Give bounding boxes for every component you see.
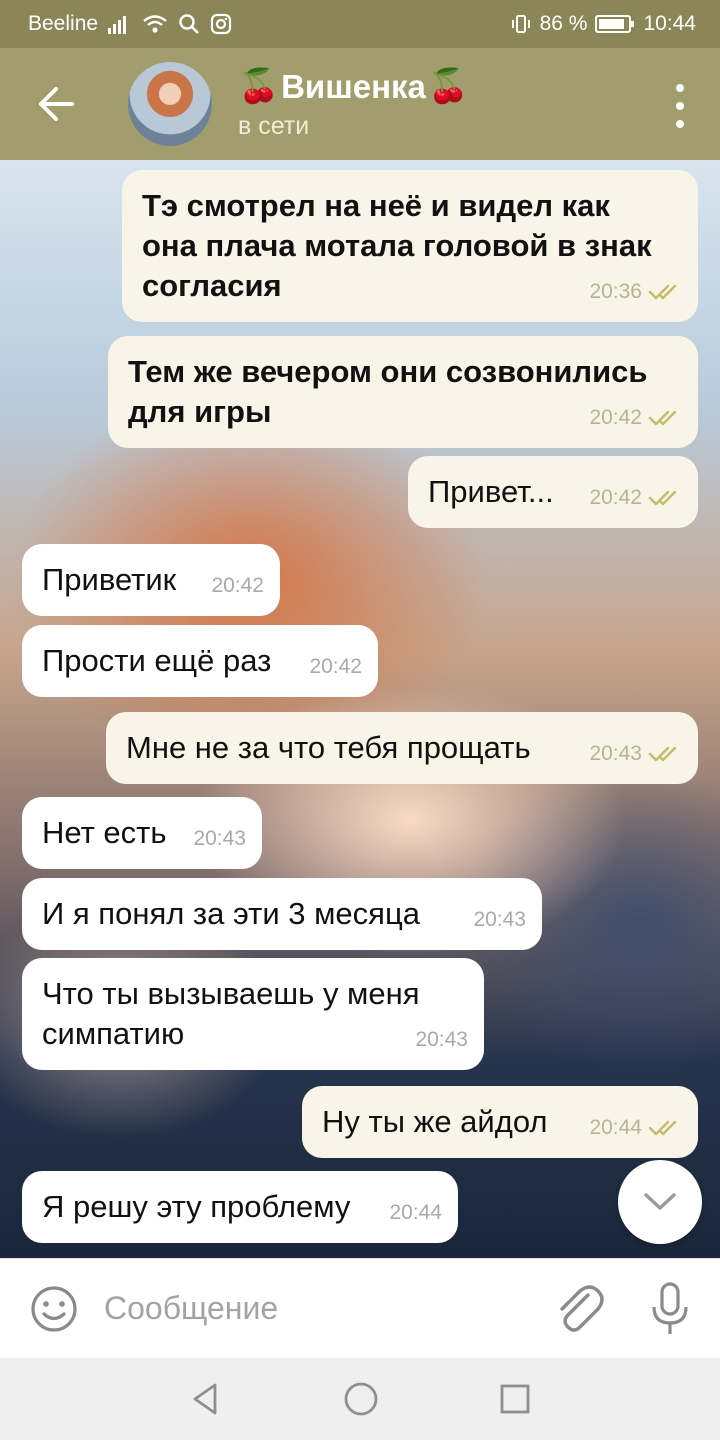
message-time: 20:36 xyxy=(589,280,642,303)
system-nav-bar xyxy=(0,1358,720,1440)
message-time: 20:44 xyxy=(389,1201,442,1224)
message-time: 20:43 xyxy=(473,908,526,931)
home-nav-icon[interactable] xyxy=(343,1381,379,1417)
incoming-message[interactable]: Что ты вызываешь у меня симпатию 20:43 xyxy=(22,958,484,1070)
message-time: 20:43 xyxy=(589,742,642,765)
avatar[interactable] xyxy=(128,62,212,146)
chat-name: 🍒 Вишенка 🍒 xyxy=(238,67,469,106)
battery-percent: 86 % xyxy=(539,12,588,35)
incoming-message[interactable]: Я решу эту проблему 20:44 xyxy=(22,1171,458,1243)
incoming-message[interactable]: Нет есть 20:43 xyxy=(22,797,262,869)
message-composer xyxy=(0,1258,720,1358)
message-time: 20:44 xyxy=(589,1116,642,1139)
message-meta: 20:42 xyxy=(309,647,362,687)
incoming-message[interactable]: Прости ещё раз 20:42 xyxy=(22,625,378,697)
search-icon xyxy=(178,13,200,35)
contact-name: Вишенка xyxy=(281,67,426,105)
signal-icon xyxy=(108,14,132,34)
outgoing-message[interactable]: Привет... 20:42 xyxy=(408,456,698,528)
back-button[interactable] xyxy=(0,48,112,160)
instagram-icon xyxy=(210,13,232,35)
message-time: 20:42 xyxy=(589,406,642,429)
message-time: 20:42 xyxy=(211,574,264,597)
chat-area[interactable]: Тэ смотрел на неё и видел как она плача … xyxy=(0,160,720,1258)
message-meta: 20:43 xyxy=(193,819,246,859)
message-time: 20:43 xyxy=(415,1028,468,1051)
message-text: И я понял за эти 3 месяца xyxy=(42,896,420,931)
incoming-message[interactable]: И я понял за эти 3 месяца 20:43 xyxy=(22,878,542,950)
double-check-icon xyxy=(648,490,677,506)
message-meta: 20:42 xyxy=(589,398,682,438)
message-meta: 20:43 xyxy=(415,1020,468,1060)
double-check-icon xyxy=(648,746,677,762)
carrier-name: Beeline xyxy=(28,12,99,35)
message-text: Я решу эту проблему xyxy=(42,1189,351,1224)
more-menu-button[interactable] xyxy=(668,84,692,128)
message-meta: 20:42 xyxy=(211,566,264,606)
clock: 10:44 xyxy=(643,12,696,35)
chat-header: 🍒 Вишенка 🍒 в сети xyxy=(0,48,720,160)
chat-title[interactable]: 🍒 Вишенка 🍒 в сети xyxy=(238,67,469,141)
message-meta: 20:43 xyxy=(473,900,526,940)
more-vertical-icon xyxy=(676,84,684,92)
microphone-icon[interactable] xyxy=(650,1281,690,1337)
message-text: Что ты вызываешь у меня симпатию xyxy=(42,976,420,1051)
message-meta: 20:44 xyxy=(389,1193,442,1233)
message-time: 20:42 xyxy=(309,655,362,678)
double-check-icon xyxy=(648,410,677,426)
arrow-left-icon xyxy=(39,87,74,121)
cherry-emoji: 🍒 xyxy=(427,67,469,104)
outgoing-message[interactable]: Тем же вечером они созвонились для игры 2… xyxy=(108,336,698,448)
smile-icon[interactable] xyxy=(26,1281,82,1337)
double-check-icon xyxy=(648,1120,677,1136)
message-input[interactable] xyxy=(104,1290,524,1327)
paperclip-icon[interactable] xyxy=(554,1283,604,1335)
outgoing-message[interactable]: Тэ смотрел на неё и видел как она плача … xyxy=(122,170,698,322)
cherry-emoji: 🍒 xyxy=(238,67,280,104)
battery-icon xyxy=(595,14,635,34)
message-time: 20:43 xyxy=(193,827,246,850)
incoming-message[interactable]: Приветик 20:42 xyxy=(22,544,280,616)
message-meta: 20:44 xyxy=(589,1108,682,1148)
outgoing-message[interactable]: Ну ты же айдол 20:44 xyxy=(302,1086,698,1158)
outgoing-message[interactable]: Мне не за что тебя прощать 20:43 xyxy=(106,712,698,784)
chevron-down-icon xyxy=(644,1193,676,1210)
scroll-down-button[interactable] xyxy=(618,1160,702,1244)
recents-nav-icon[interactable] xyxy=(499,1383,531,1415)
message-meta: 20:36 xyxy=(589,272,682,312)
back-nav-icon[interactable] xyxy=(189,1382,223,1416)
message-meta: 20:43 xyxy=(589,734,682,774)
status-bar: Beeline 86 % 10:44 xyxy=(0,0,720,48)
vibrate-icon xyxy=(510,13,532,35)
online-status: в сети xyxy=(238,112,310,140)
double-check-icon xyxy=(648,284,677,300)
wifi-icon xyxy=(142,14,168,34)
message-meta: 20:42 xyxy=(589,478,682,518)
message-time: 20:42 xyxy=(589,486,642,509)
